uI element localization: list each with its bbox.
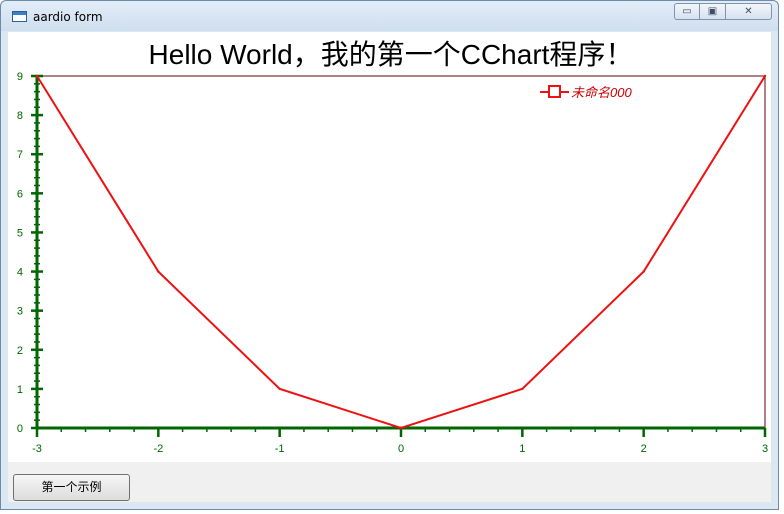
- maximize-button[interactable]: ▣: [700, 3, 726, 20]
- x-tick-label: 0: [398, 443, 404, 455]
- x-tick-label: 2: [641, 443, 647, 455]
- minimize-button[interactable]: ▭: [674, 3, 700, 20]
- data-point: [35, 74, 39, 78]
- maximize-icon: ▣: [707, 6, 718, 17]
- x-tick-label: 1: [519, 443, 525, 455]
- x-tick-label: 3: [762, 443, 768, 455]
- title-bar[interactable]: aardio form ▭ ▣ ✕: [1, 1, 778, 31]
- data-point: [521, 387, 524, 391]
- app-window: aardio form ▭ ▣ ✕ Hello World，我的第一个CChar…: [0, 0, 779, 510]
- data-point: [278, 387, 281, 391]
- y-tick-label: 5: [17, 227, 23, 239]
- example-button[interactable]: 第一个示例: [13, 474, 130, 501]
- legend-label: 未命名000: [571, 85, 632, 100]
- close-button[interactable]: ✕: [726, 3, 772, 20]
- y-tick-label: 2: [17, 345, 23, 357]
- line-chart: Hello World，我的第一个CChart程序！ 0 1 2 3 4 5 6 7 8 9 -3 -2…: [17, 39, 768, 455]
- y-tick-label: 8: [17, 110, 23, 122]
- data-point: [763, 74, 767, 78]
- y-tick-label: 4: [17, 267, 23, 279]
- y-tick-label: 3: [17, 306, 23, 318]
- chart-container: Hello World，我的第一个CChart程序！ 0 1 2 3 4 5 6 7 8 9 -3 -2…: [8, 32, 771, 462]
- x-tick-label: -3: [32, 443, 42, 455]
- y-tick-label: 6: [17, 188, 23, 200]
- client-area: Hello World，我的第一个CChart程序！ 0 1 2 3 4 5 6 7 8 9 -3 -2…: [8, 32, 771, 502]
- x-tick-label: -1: [275, 443, 285, 455]
- caption-buttons: ▭ ▣ ✕: [674, 3, 772, 21]
- minimize-icon: ▭: [682, 6, 692, 17]
- close-icon: ✕: [744, 6, 753, 17]
- chart-title: Hello World，我的第一个CChart程序！: [149, 39, 634, 70]
- y-tick-label: 9: [17, 71, 23, 83]
- y-tick-label: 7: [17, 149, 23, 161]
- window-title: aardio form: [33, 10, 103, 24]
- legend-marker: [548, 85, 561, 98]
- x-tick-label: -2: [153, 443, 163, 455]
- y-tick-label: 1: [17, 384, 23, 396]
- window-icon: [12, 11, 27, 22]
- series-line: [36, 75, 766, 430]
- data-point: [642, 270, 645, 273]
- data-point: [399, 426, 403, 430]
- data-point: [157, 270, 160, 273]
- y-tick-label: 0: [17, 423, 23, 435]
